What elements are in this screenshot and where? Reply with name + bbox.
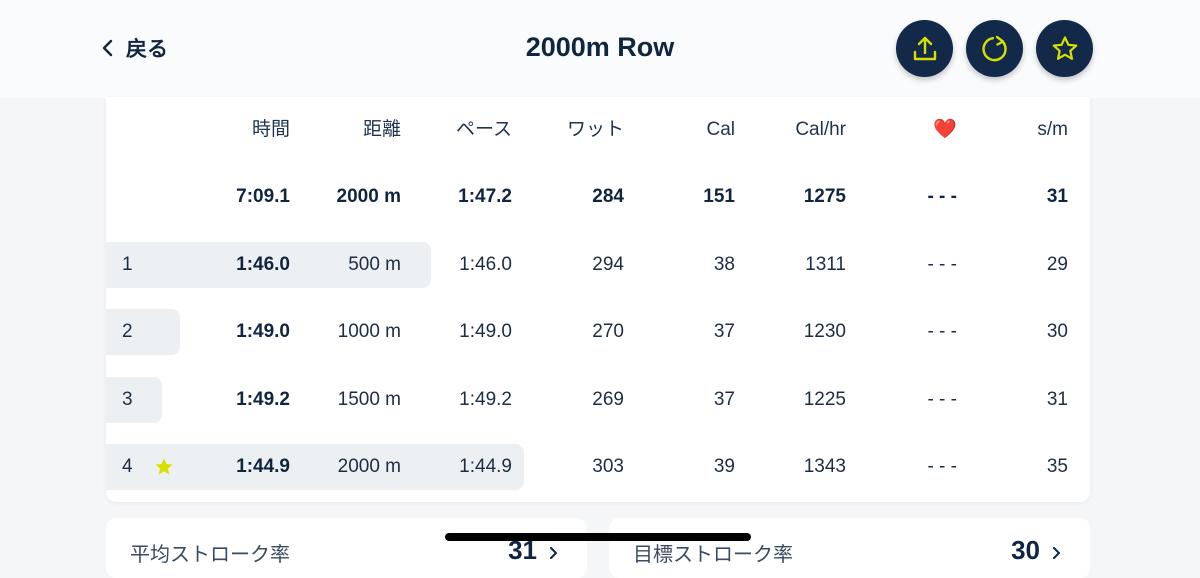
total-time: 7:09.1	[236, 186, 290, 207]
split-watts: 294	[592, 254, 624, 275]
chevron-right-icon	[550, 547, 557, 559]
split-cal: 39	[713, 456, 735, 477]
split-strokes-per-min: 30	[1046, 321, 1068, 342]
favorite-button[interactable]	[1036, 20, 1093, 77]
split-watts: 269	[592, 389, 624, 410]
split-strokes-per-min: 35	[1046, 456, 1068, 477]
refresh-icon	[981, 35, 1007, 61]
split-cal-hr: 1225	[803, 389, 846, 410]
table-row[interactable]: 2 1:49.0 1000 m 1:49.0 270 37 1230 - - - 30	[106, 309, 1090, 355]
total-heart-rate: - - -	[927, 186, 957, 207]
header-cal: Cal	[706, 119, 735, 140]
split-pace: 1:49.0	[459, 321, 512, 342]
avg-stroke-rate-label: 平均ストローク率	[130, 544, 290, 566]
header-pace: ペース	[455, 119, 512, 140]
split-heart-rate: - - -	[927, 456, 957, 477]
split-heart-rate: - - -	[927, 321, 957, 342]
split-pace-bar	[106, 309, 180, 355]
top-bar: 戻る 2000m Row	[0, 0, 1200, 98]
split-watts: 270	[592, 321, 624, 342]
results-table: 時間 距離 ペース ワット Cal Cal/hr ❤️ s/m 7:09.1 2…	[106, 97, 1090, 502]
target-stroke-rate-value: 30	[1011, 535, 1040, 565]
split-pace-bar	[106, 377, 162, 423]
table-row[interactable]: 3 1:49.2 1500 m 1:49.2 269 37 1225 - - - 31	[106, 377, 1090, 423]
split-heart-rate: - - -	[927, 254, 957, 275]
header-time: 時間	[251, 119, 290, 140]
target-stroke-rate-label: 目標ストローク率	[633, 544, 793, 566]
share-button[interactable]	[896, 20, 953, 77]
total-cal-hr: 1275	[803, 186, 846, 207]
split-cal-hr: 1343	[803, 456, 846, 477]
action-buttons	[896, 20, 1093, 77]
split-watts: 303	[592, 456, 624, 477]
split-time: 1:46.0	[236, 254, 290, 275]
split-pace: 1:49.2	[459, 389, 512, 410]
split-distance: 1500 m	[337, 389, 401, 410]
total-distance: 2000 m	[336, 186, 401, 207]
upload-icon	[913, 36, 936, 60]
split-cal: 37	[713, 389, 735, 410]
split-strokes-per-min: 31	[1046, 389, 1068, 410]
home-indicator	[445, 533, 751, 541]
total-strokes-per-min: 31	[1046, 186, 1068, 207]
total-pace: 1:47.2	[458, 186, 512, 207]
header-strokes-per-min: s/m	[1037, 119, 1068, 140]
split-index: 4	[122, 456, 133, 477]
header-cal-hr: Cal/hr	[795, 119, 846, 140]
split-distance: 1000 m	[337, 321, 401, 342]
table-row[interactable]: 4 1:44.9 2000 m 1:44.9 303 39 1343 - - - 35	[106, 444, 1090, 490]
best-split-star-icon	[155, 458, 173, 475]
header-distance: 距離	[362, 119, 401, 140]
split-time: 1:49.2	[236, 389, 290, 410]
split-time: 1:49.0	[236, 321, 290, 342]
total-cal: 151	[703, 186, 735, 207]
split-cal-hr: 1230	[803, 321, 846, 342]
split-pace: 1:46.0	[459, 254, 512, 275]
avg-stroke-rate-card[interactable]: 平均ストローク率 31	[106, 518, 587, 578]
split-cal-hr: 1311	[805, 254, 846, 275]
split-time: 1:44.9	[236, 456, 290, 477]
split-index: 3	[122, 389, 133, 410]
split-cal: 38	[713, 254, 735, 275]
total-row: 7:09.1 2000 m 1:47.2 284 151 1275 - - - …	[106, 174, 1090, 220]
split-strokes-per-min: 29	[1046, 254, 1068, 275]
target-stroke-rate-card[interactable]: 目標ストローク率 30	[609, 518, 1090, 578]
split-index: 2	[122, 321, 133, 342]
split-heart-rate: - - -	[927, 389, 957, 410]
chevron-right-icon	[1053, 547, 1060, 559]
split-pace: 1:44.9	[459, 456, 512, 477]
table-header: 時間 距離 ペース ワット Cal Cal/hr ❤️ s/m	[106, 107, 1090, 153]
split-distance: 2000 m	[337, 456, 401, 477]
redo-button[interactable]	[966, 20, 1023, 77]
heart-rate-icon: ❤️	[933, 119, 957, 140]
split-index: 1	[122, 254, 133, 275]
table-row[interactable]: 1 1:46.0 500 m 1:46.0 294 38 1311 - - - 29	[106, 242, 1090, 288]
split-cal: 37	[713, 321, 735, 342]
star-icon	[1052, 35, 1077, 60]
total-watts: 284	[592, 186, 624, 207]
header-watts: ワット	[566, 119, 624, 140]
split-distance: 500 m	[348, 254, 401, 275]
